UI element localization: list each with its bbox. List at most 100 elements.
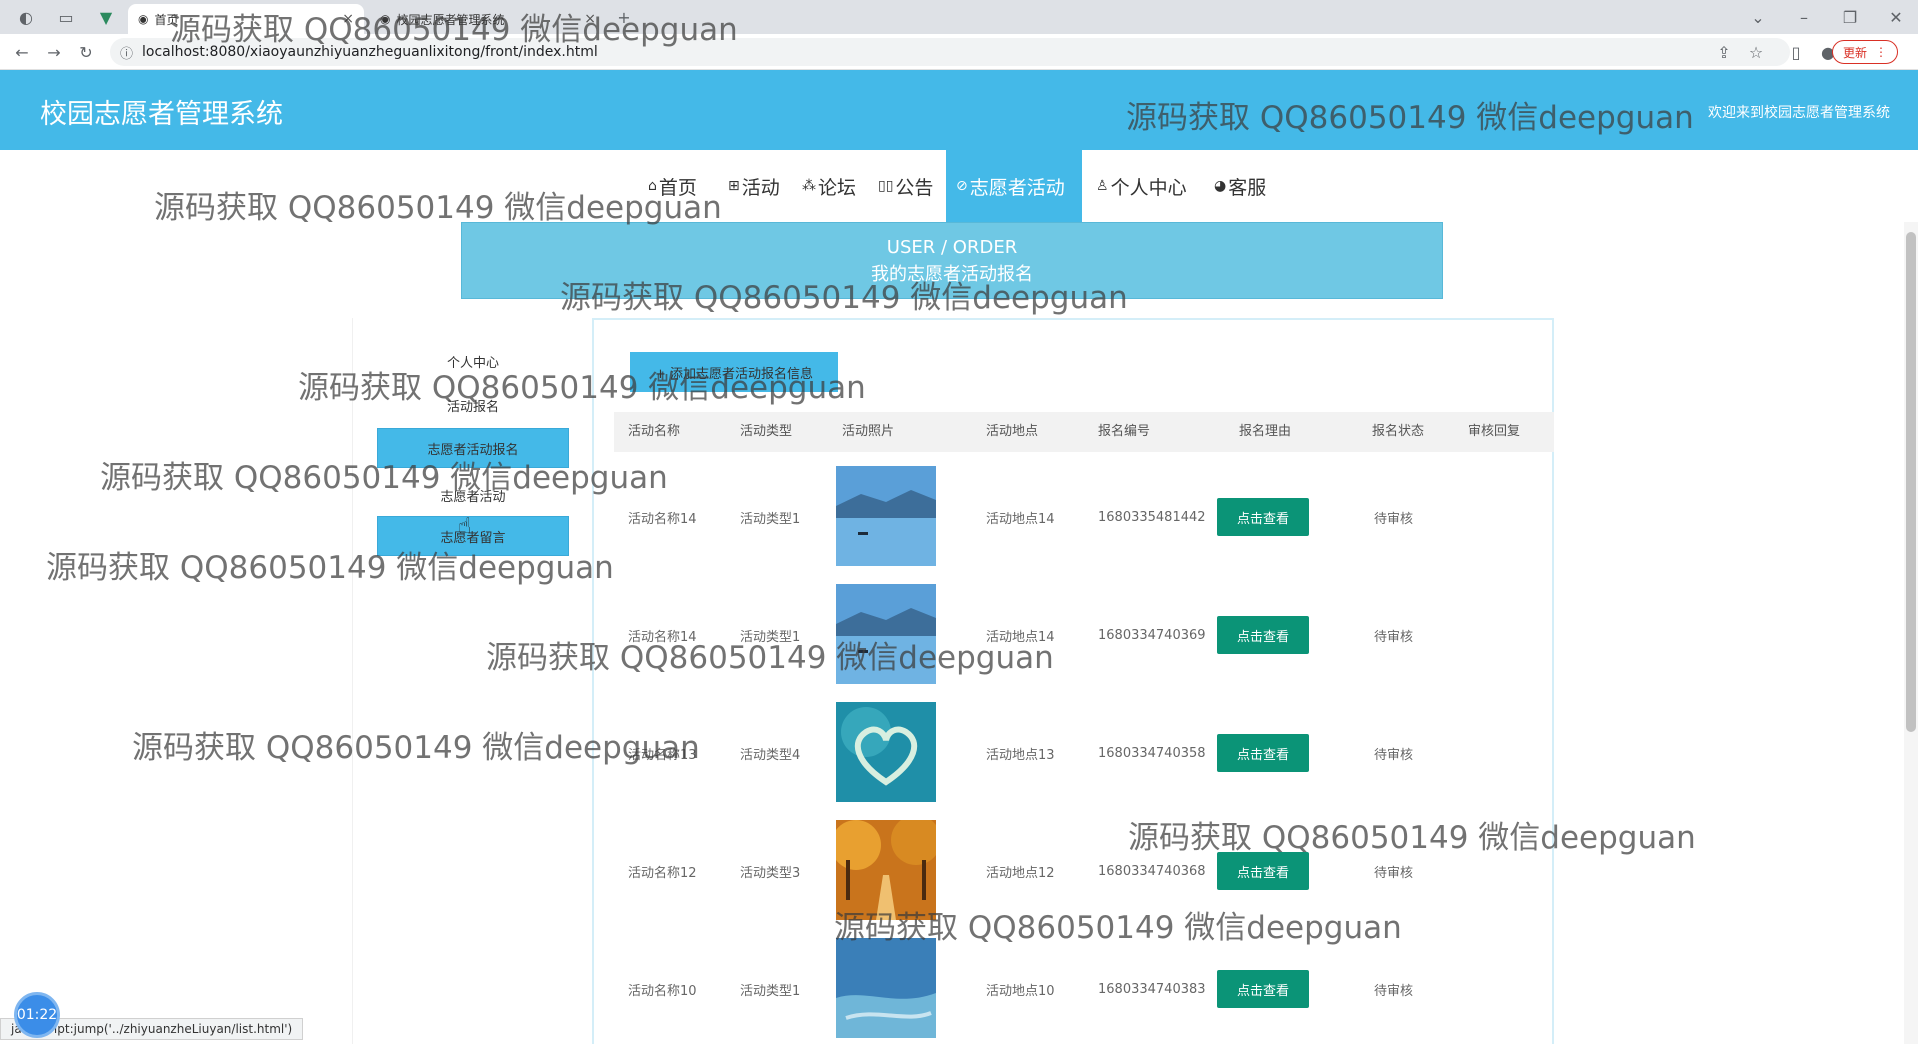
columns-icon: ▯▯	[878, 178, 894, 194]
nav-service[interactable]: ◕ 客服	[1214, 150, 1266, 222]
side-menu: 个人中心 活动报名 志愿者活动报名 志愿者活动 志愿者留言	[352, 318, 592, 1044]
col-photo: 活动照片	[842, 424, 895, 439]
site-title: 校园志愿者管理系统	[40, 99, 283, 130]
hand-cursor-icon: ☝	[458, 514, 472, 539]
side-head-personal: 个人中心	[446, 356, 499, 371]
cell-code: 1680334740369	[1098, 627, 1206, 643]
site-header: 校园志愿者管理系统 欢迎来到校园志愿者管理系统	[0, 70, 1918, 150]
info-icon: ⓘ	[120, 46, 134, 62]
pinned-tab-icon[interactable]: ▭	[54, 5, 78, 29]
cell-place: 活动地点14	[986, 629, 1055, 645]
tab-system[interactable]: ◉ 校园志愿者管理系统 ×	[370, 4, 606, 34]
cell-name: 活动名称10	[628, 983, 697, 999]
cell-status: 待审核	[1374, 511, 1414, 527]
tab-home-label: 首页	[154, 12, 179, 27]
scrollbar-thumb[interactable]	[1906, 232, 1916, 732]
cell-type: 活动类型3	[740, 865, 801, 881]
forward-arrow-icon[interactable]: →	[42, 40, 66, 64]
tab-home[interactable]: ◉ 首页 ×	[128, 4, 364, 34]
back-history-icon[interactable]: ◐	[14, 5, 38, 29]
nav-notice[interactable]: ▯▯ 公告	[878, 150, 933, 222]
nav-forum-label: 论坛	[818, 176, 857, 199]
nav-volunteer-label: 志愿者活动	[969, 176, 1065, 199]
nav-volunteer-activity[interactable]: ⊘ 志愿者活动	[946, 150, 1082, 222]
address-bar[interactable]: ⓘ localhost:8080/xiaoyaunzhiyuanzheguanl…	[110, 38, 1790, 66]
close-icon[interactable]: ×	[584, 11, 596, 27]
cell-name: 活动名称14	[628, 511, 697, 527]
reload-icon[interactable]: ↻	[74, 40, 98, 64]
grid-icon: ⊞	[728, 178, 740, 194]
cell-type: 活动类型1	[740, 983, 801, 999]
cell-type: 活动类型1	[740, 629, 801, 645]
col-type: 活动类型	[740, 424, 793, 439]
cell-code: 1680334740358	[1098, 745, 1206, 761]
table-row: 活动名称13 活动类型4 活动地点13 1680334740358 点击查看 待…	[614, 694, 1554, 812]
side-btn-volunteer-signup[interactable]: 志愿者活动报名	[377, 428, 569, 468]
cell-status: 待审核	[1374, 865, 1414, 881]
cell-place: 活动地点14	[986, 511, 1055, 527]
view-reason-button[interactable]: 点击查看	[1217, 734, 1309, 772]
table-row: 活动名称12 活动类型3 活动地点12 1680334740368 点击查看 待…	[614, 812, 1554, 930]
back-arrow-icon[interactable]: ←	[10, 40, 34, 64]
col-status: 报名状态	[1372, 424, 1425, 439]
sidebar-icon[interactable]: ▯	[1784, 40, 1808, 64]
cell-place: 活动地点12	[986, 865, 1055, 881]
cell-code: 1680335481442	[1098, 509, 1206, 525]
home-icon: ⌂	[648, 178, 657, 194]
close-icon[interactable]: ×	[342, 11, 354, 27]
chevron-down-icon[interactable]: ⌄	[1746, 5, 1770, 29]
user-icon: ♙	[1096, 178, 1109, 194]
apps-icon: ⁂	[802, 178, 816, 194]
more-vert-icon: ⋮	[1875, 45, 1887, 59]
table-row: 活动名称14 活动类型1 活动地点14 1680335481442 点击查看 待…	[614, 458, 1554, 576]
nav-activity-label: 活动	[741, 176, 780, 199]
window-close-icon[interactable]: ✕	[1884, 5, 1908, 29]
globe-icon: ◉	[380, 12, 391, 26]
nav-notice-label: 公告	[895, 176, 934, 199]
table-header: 活动名称 活动类型 活动照片 活动地点 报名编号 报名理由 报名状态 审核回复	[614, 412, 1554, 452]
cell-place: 活动地点13	[986, 747, 1055, 763]
nav-forum[interactable]: ⁂ 论坛	[802, 150, 856, 222]
page-banner: USER / ORDER 我的志愿者活动报名	[461, 222, 1443, 299]
add-signup-button[interactable]: + 添加志愿者活动报名信息	[630, 352, 838, 392]
view-reason-button[interactable]: 点击查看	[1217, 970, 1309, 1008]
cell-status: 待审核	[1374, 983, 1414, 999]
nav-personal-label: 个人中心	[1110, 176, 1187, 199]
cell-type: 活动类型4	[740, 747, 801, 763]
browser-tab-bar: ◐ ▭ ▼ ◉ 首页 × ◉ 校园志愿者管理系统 × + ⌄ – ❐ ✕	[0, 0, 1918, 34]
activity-photo-heart-island	[836, 702, 936, 802]
update-label: 更新	[1842, 45, 1867, 60]
recording-timer[interactable]: 01:22	[14, 992, 60, 1038]
cell-name: 活动名称12	[628, 865, 697, 881]
col-reply: 审核回复	[1468, 424, 1521, 439]
view-reason-button[interactable]: 点击查看	[1217, 498, 1309, 536]
link-icon: ⊘	[956, 178, 968, 194]
globe-icon: ◉	[138, 12, 149, 26]
nav-home-label: 首页	[658, 176, 697, 199]
nav-activity[interactable]: ⊞ 活动	[728, 150, 780, 222]
update-button[interactable]: 更新 ⋮	[1831, 40, 1898, 64]
share-icon[interactable]: ⇪	[1712, 40, 1736, 64]
activity-photo-river	[836, 938, 936, 1038]
view-reason-button[interactable]: 点击查看	[1217, 852, 1309, 890]
vue-logo-icon[interactable]: ▼	[94, 5, 118, 29]
col-place: 活动地点	[986, 424, 1039, 439]
nav-service-label: 客服	[1228, 176, 1267, 199]
main-nav: ⌂ 首页 ⊞ 活动 ⁂ 论坛 ▯▯ 公告 ⊘ 志愿者活动 ♙ 个人中心 ◕ 客服	[0, 150, 1918, 222]
activity-photo-lake	[836, 584, 936, 684]
table-row: 活动名称14 活动类型1 活动地点14 1680334740369 点击查看 待…	[614, 576, 1554, 694]
nav-personal-center[interactable]: ♙ 个人中心	[1096, 150, 1187, 222]
cell-name: 活动名称13	[628, 747, 697, 763]
cell-name: 活动名称14	[628, 629, 697, 645]
main-panel: + 添加志愿者活动报名信息 活动名称 活动类型 活动照片 活动地点 报名编号 报…	[592, 318, 1554, 1044]
view-reason-button[interactable]: 点击查看	[1217, 616, 1309, 654]
col-name: 活动名称	[628, 424, 681, 439]
new-tab-button[interactable]: +	[612, 5, 636, 29]
restore-icon[interactable]: ❐	[1838, 5, 1862, 29]
side-btn-volunteer-message[interactable]: 志愿者留言	[377, 516, 569, 556]
activity-photo-autumn-road	[836, 820, 936, 920]
star-icon[interactable]: ☆	[1744, 40, 1768, 64]
minimize-icon[interactable]: –	[1792, 5, 1816, 29]
address-text: localhost:8080/xiaoyaunzhiyuanzheguanlix…	[142, 44, 598, 60]
nav-home[interactable]: ⌂ 首页	[648, 150, 697, 222]
